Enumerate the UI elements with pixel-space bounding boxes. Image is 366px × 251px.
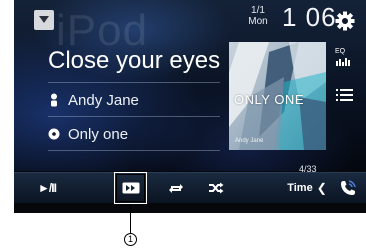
callout-highlight-inner (116, 174, 145, 202)
person-icon (48, 93, 60, 107)
eq-label: EQ (335, 48, 346, 55)
album-row: Only one (48, 125, 128, 143)
list-button[interactable] (336, 87, 354, 105)
artist-name: Andy Jane (68, 91, 139, 109)
list-icon (336, 89, 353, 101)
song-title: Close your eyes (48, 47, 221, 74)
date-weekday: Mon (248, 16, 268, 27)
divider (48, 82, 220, 83)
date-day: 1/1 (251, 5, 265, 16)
control-bar: ►/II Time ❮ (14, 172, 366, 203)
callout-number: 1 (124, 233, 137, 246)
head-unit-screen: iPod 1/1 Mon 1 06 Close your eyes Andy J… (14, 0, 366, 213)
divider (48, 116, 220, 117)
play-pause-button[interactable]: ►/II (32, 173, 62, 203)
repeat-icon (169, 184, 183, 193)
album-artwork: ONLY ONE Andy Jane (229, 42, 326, 150)
source-icon (39, 16, 49, 23)
playback-area: iPod 1/1 Mon 1 06 Close your eyes Andy J… (14, 0, 366, 174)
album-art-artist: Andy Jane (235, 138, 264, 144)
album-art-title: ONLY ONE (234, 92, 304, 107)
shuffle-button[interactable] (204, 173, 228, 203)
phone-icon (341, 180, 356, 195)
settings-button[interactable] (334, 10, 356, 32)
eq-icon (336, 58, 350, 66)
disc-icon (48, 127, 60, 141)
clock-time: 1 06 (282, 2, 337, 32)
play-pause-label: ►/II (38, 181, 57, 195)
chevron-left-icon: ❮ (316, 181, 327, 195)
shuffle-icon (209, 182, 224, 194)
screen-bezel-strip (14, 203, 366, 213)
repeat-button[interactable] (164, 173, 188, 203)
divider (48, 150, 220, 151)
artist-row: Andy Jane (48, 91, 139, 109)
eq-button[interactable]: EQ (335, 48, 357, 70)
source-button[interactable] (34, 10, 54, 30)
callout-leader-line (130, 205, 131, 234)
time-label: Time (287, 182, 313, 194)
gear-icon (335, 11, 355, 31)
time-display-button[interactable]: Time ❮ (284, 173, 330, 203)
phone-button[interactable] (336, 173, 360, 203)
album-name: Only one (68, 125, 129, 143)
